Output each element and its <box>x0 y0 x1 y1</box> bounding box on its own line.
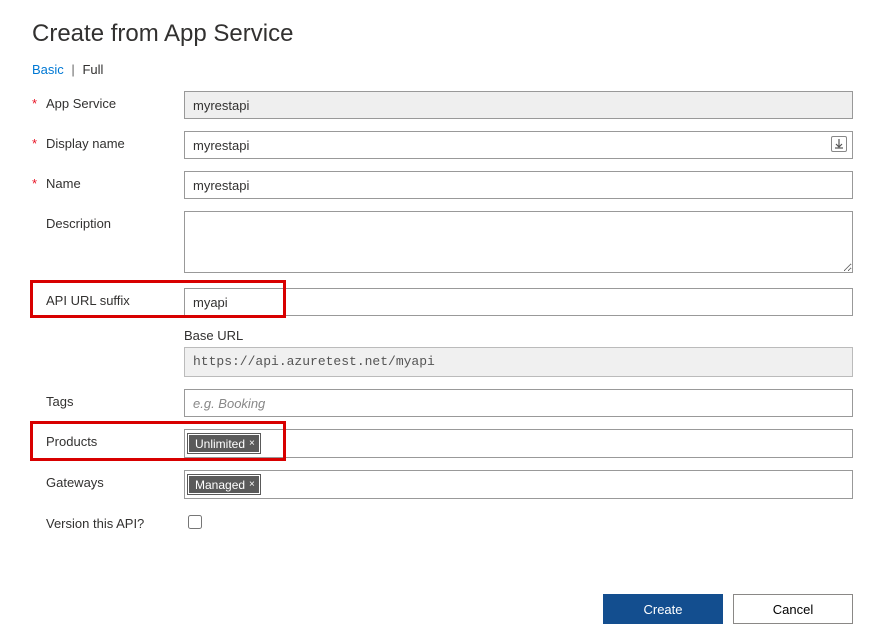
label-display-name: Display name <box>46 136 125 151</box>
display-name-input[interactable] <box>184 131 853 159</box>
version-this-api-checkbox[interactable] <box>188 515 202 529</box>
required-marker: * <box>32 176 40 191</box>
tab-separator: | <box>71 62 74 77</box>
label-description: Description <box>46 216 111 231</box>
chip-label: Unlimited <box>195 437 245 451</box>
name-input[interactable] <box>184 171 853 199</box>
chip-label: Managed <box>195 478 245 492</box>
label-api-url-suffix: API URL suffix <box>46 293 130 308</box>
app-service-input[interactable] <box>184 91 853 119</box>
required-marker: * <box>32 136 40 151</box>
mode-tabs: Basic | Full <box>32 62 853 77</box>
products-field[interactable]: Unlimited × <box>184 429 853 458</box>
chip-remove-icon[interactable]: × <box>249 439 255 449</box>
gateway-chip-managed[interactable]: Managed × <box>188 475 260 494</box>
cancel-button[interactable]: Cancel <box>733 594 853 624</box>
create-button[interactable]: Create <box>603 594 723 624</box>
label-tags: Tags <box>46 394 73 409</box>
label-name: Name <box>46 176 81 191</box>
chip-remove-icon[interactable]: × <box>249 480 255 490</box>
required-marker: * <box>32 96 40 111</box>
label-products: Products <box>46 434 97 449</box>
tab-full[interactable]: Full <box>82 62 103 77</box>
base-url-value: https://api.azuretest.net/myapi <box>184 347 853 377</box>
product-chip-unlimited[interactable]: Unlimited × <box>188 434 260 453</box>
tab-basic[interactable]: Basic <box>32 62 64 77</box>
page-title: Create from App Service <box>32 20 853 48</box>
label-version-this-api: Version this API? <box>46 516 144 531</box>
description-input[interactable] <box>184 211 853 273</box>
api-url-suffix-input[interactable] <box>184 288 853 316</box>
gateways-field[interactable]: Managed × <box>184 470 853 499</box>
label-base-url: Base URL <box>184 328 853 343</box>
label-app-service: App Service <box>46 96 116 111</box>
label-gateways: Gateways <box>46 475 104 490</box>
tags-input[interactable] <box>184 389 853 417</box>
